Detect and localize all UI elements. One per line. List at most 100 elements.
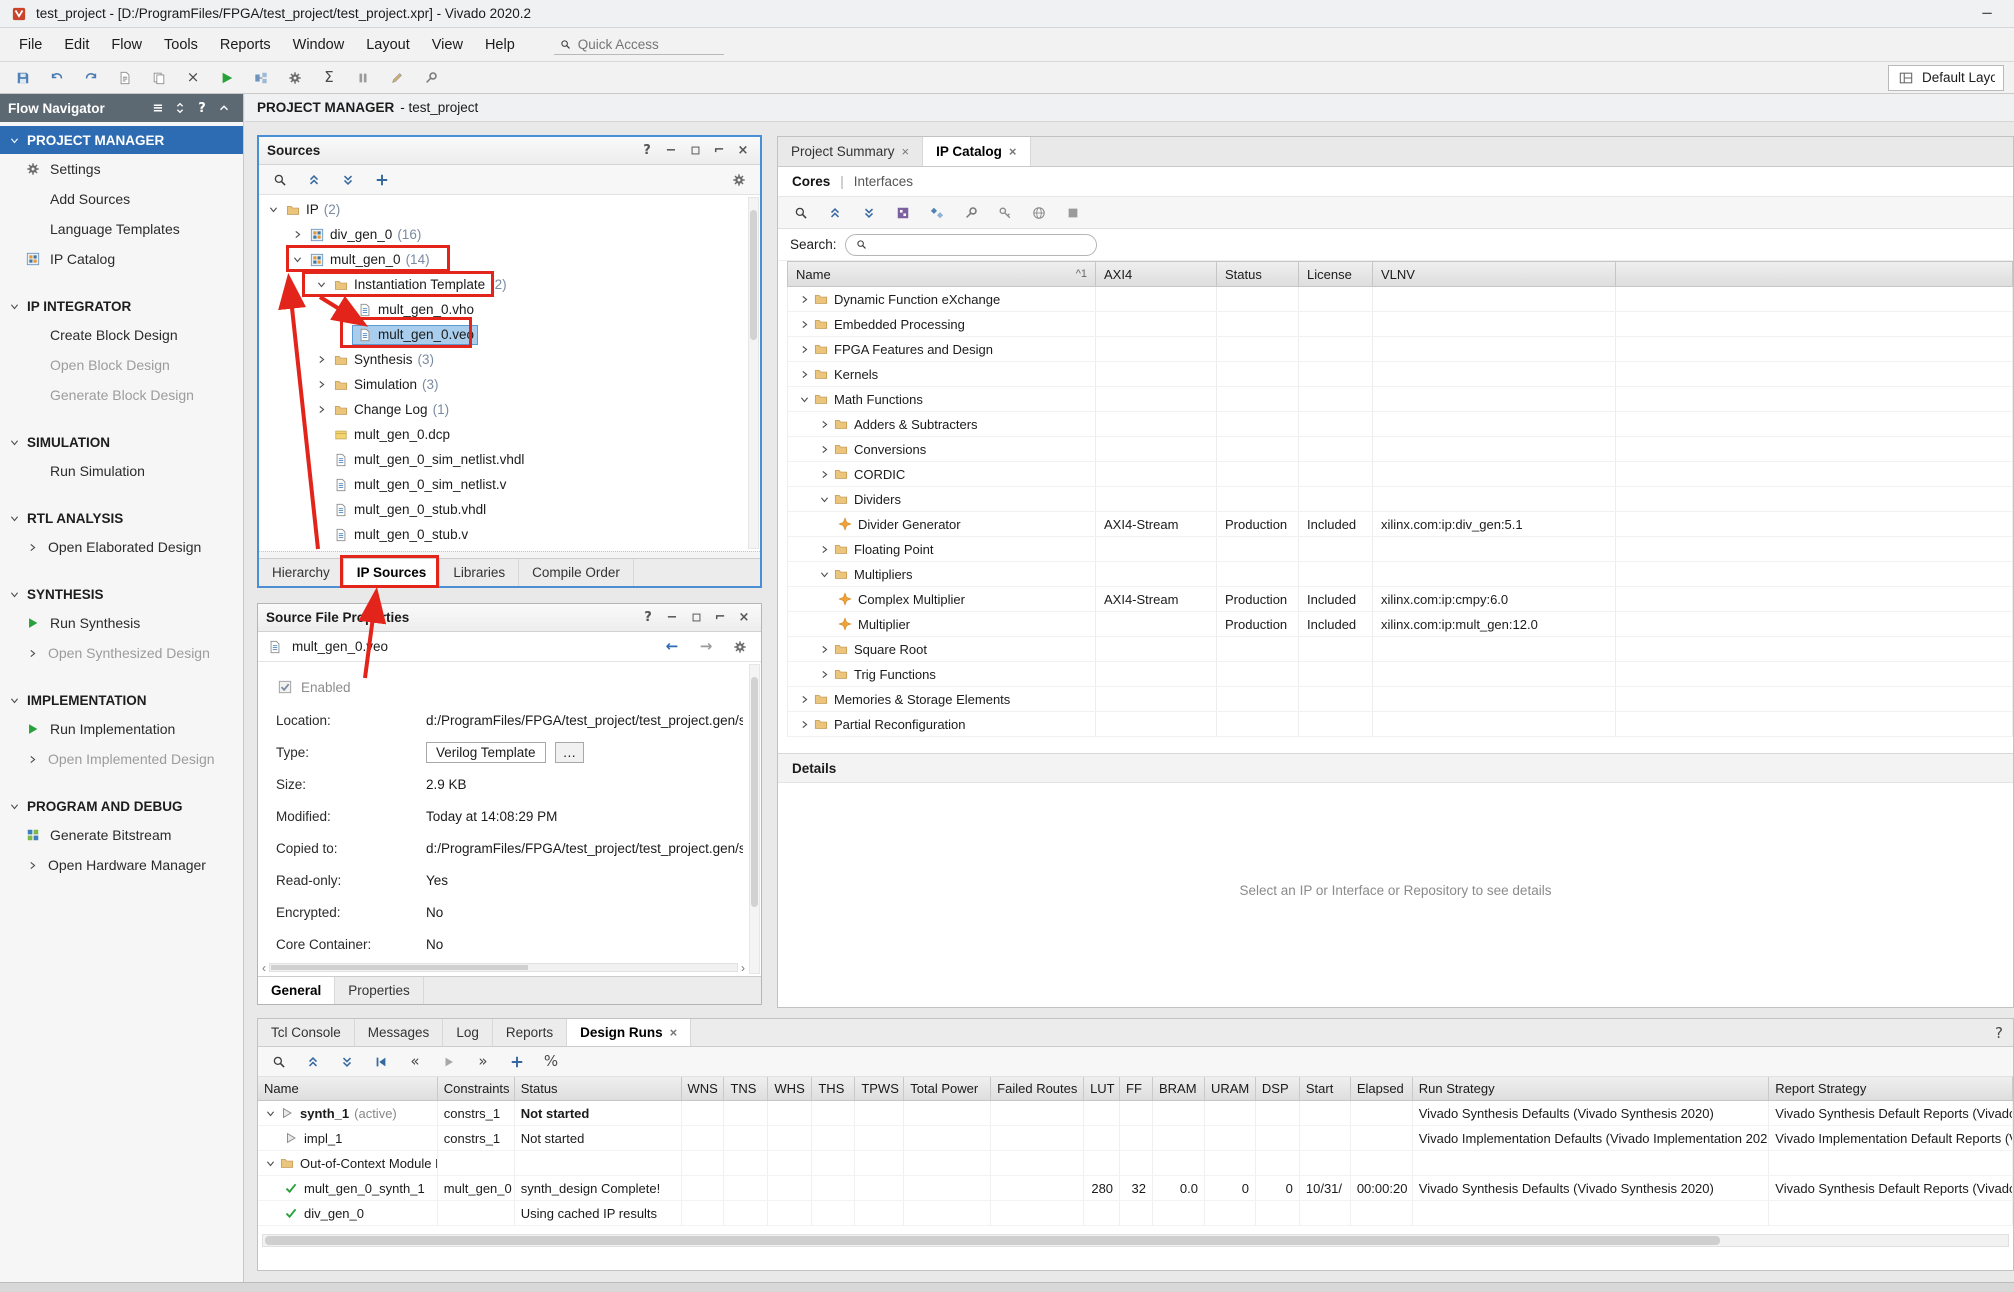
column-license[interactable]: License xyxy=(1299,262,1373,286)
bottom-tab-design-runs[interactable]: Design Runs× xyxy=(567,1019,691,1046)
flow-item-open-elaborated-design[interactable]: Open Elaborated Design xyxy=(0,532,243,562)
subtab-cores[interactable]: Cores xyxy=(792,174,830,189)
source-item-synthesis[interactable]: Synthesis(3) xyxy=(259,347,760,372)
catalog-row-partial-reconfiguration[interactable]: Partial Reconfiguration xyxy=(787,712,2013,737)
sources-vertical-scrollbar[interactable] xyxy=(748,197,759,549)
undo-button[interactable] xyxy=(44,66,70,90)
catalog-row-floating-point[interactable]: Floating Point xyxy=(787,537,2013,562)
float-button[interactable]: ⌐ xyxy=(711,610,729,626)
stop-button[interactable] xyxy=(1060,201,1086,225)
column-status[interactable]: Status xyxy=(515,1077,682,1100)
source-item-mult-gen-0-sim-netlist-vhdl[interactable]: mult_gen_0_sim_netlist.vhdl xyxy=(259,447,760,472)
column-failed-routes[interactable]: Failed Routes xyxy=(991,1077,1084,1100)
column-wns[interactable]: WNS xyxy=(682,1077,725,1100)
catalog-row-cordic[interactable]: CORDIC xyxy=(787,462,2013,487)
column-report-strategy[interactable]: Report Strategy xyxy=(1769,1077,2013,1100)
ip-packager-button[interactable] xyxy=(890,201,916,225)
save-button[interactable] xyxy=(10,66,36,90)
menu-reports[interactable]: Reports xyxy=(209,32,282,58)
column-name[interactable]: Name^1 xyxy=(788,262,1096,286)
menu-edit[interactable]: Edit xyxy=(53,32,100,58)
catalog-row-multiplier[interactable]: MultiplierProductionIncludedxilinx.com:i… xyxy=(787,612,2013,637)
sources-tab-libraries[interactable]: Libraries xyxy=(440,559,519,586)
quick-access-input[interactable] xyxy=(578,37,698,52)
column-ff[interactable]: FF xyxy=(1120,1077,1153,1100)
run-row-out-of-context-module-runs[interactable]: Out-of-Context Module Runs xyxy=(258,1151,2013,1176)
close-tab-icon[interactable]: × xyxy=(1009,144,1017,159)
gear-button[interactable] xyxy=(282,66,308,90)
probe-button[interactable] xyxy=(958,201,984,225)
run-row-impl-1[interactable]: impl_1constrs_1Not startedVivado Impleme… xyxy=(258,1126,2013,1151)
sources-tab-ip-sources[interactable]: IP Sources xyxy=(344,559,441,586)
scroll-left-icon[interactable]: ‹ xyxy=(262,961,266,975)
ip-update-button[interactable] xyxy=(924,201,950,225)
run-button[interactable] xyxy=(214,66,240,90)
column-dsp[interactable]: DSP xyxy=(1256,1077,1300,1100)
flow-item-run-synthesis[interactable]: Run Synthesis xyxy=(0,608,243,638)
minimize-button[interactable]: − xyxy=(663,610,681,626)
menu-file[interactable]: File xyxy=(8,32,53,58)
collapse-all-button[interactable] xyxy=(300,1050,326,1074)
column-lut[interactable]: LUT xyxy=(1084,1077,1120,1100)
web-button[interactable] xyxy=(1026,201,1052,225)
forward-button[interactable]: → xyxy=(693,635,719,659)
column-whs[interactable]: WHS xyxy=(768,1077,812,1100)
back-button[interactable]: ← xyxy=(659,635,685,659)
sources-tab-compile-order[interactable]: Compile Order xyxy=(519,559,634,586)
properties-panel-header[interactable]: Source File Properties ?−⌐× xyxy=(258,604,761,632)
catalog-row-dynamic-function-exchange[interactable]: Dynamic Function eXchange xyxy=(787,287,2013,312)
minimize-window-button[interactable]: − xyxy=(1970,5,2004,23)
menu-help[interactable]: Help xyxy=(474,32,526,58)
expand-all-button[interactable] xyxy=(335,168,361,192)
help-button[interactable]: ? xyxy=(639,610,657,626)
flow-item-generate-bitstream[interactable]: Generate Bitstream xyxy=(0,820,243,850)
report-button[interactable] xyxy=(112,66,138,90)
menu-view[interactable]: View xyxy=(421,32,474,58)
type-combo[interactable]: Verilog Template xyxy=(426,742,546,763)
flow-section-project-manager[interactable]: PROJECT MANAGER xyxy=(0,126,243,154)
collapse-all-button[interactable] xyxy=(301,168,327,192)
column-total-power[interactable]: Total Power xyxy=(904,1077,991,1100)
catalog-row-dividers[interactable]: Dividers xyxy=(787,487,2013,512)
catalog-row-memories-storage-elements[interactable]: Memories & Storage Elements xyxy=(787,687,2013,712)
maximize-button[interactable] xyxy=(686,143,704,159)
column-run-strategy[interactable]: Run Strategy xyxy=(1413,1077,1770,1100)
flow-item-open-block-design[interactable]: Open Block Design xyxy=(0,350,243,380)
minimize-button[interactable]: − xyxy=(662,143,680,159)
catalog-row-adders-subtracters[interactable]: Adders & Subtracters xyxy=(787,412,2013,437)
help-icon[interactable]: ? xyxy=(1995,1025,2003,1041)
column-name[interactable]: Name xyxy=(258,1077,438,1100)
workspace-tab-ip-catalog[interactable]: IP Catalog× xyxy=(923,137,1030,166)
menu-button[interactable]: ≡ xyxy=(147,97,169,119)
sources-tab-hierarchy[interactable]: Hierarchy xyxy=(259,559,344,586)
column-uram[interactable]: URAM xyxy=(1205,1077,1256,1100)
details-header[interactable]: Details xyxy=(778,753,2013,783)
maximize-button[interactable] xyxy=(687,610,705,626)
collapse-button[interactable] xyxy=(213,97,235,119)
source-item-mult-gen-0-veo[interactable]: mult_gen_0.veo xyxy=(259,322,760,347)
flow-item-language-templates[interactable]: Language Templates xyxy=(0,214,243,244)
search-button[interactable] xyxy=(266,1050,292,1074)
run-row-synth-1[interactable]: synth_1(active)constrs_1Not startedVivad… xyxy=(258,1101,2013,1126)
properties-tab-general[interactable]: General xyxy=(258,977,335,1004)
flow-section-rtl-analysis[interactable]: RTL ANALYSIS xyxy=(0,504,243,532)
sources-panel-header[interactable]: Sources ?−⌐× xyxy=(259,137,760,165)
run-row-div-gen-0[interactable]: div_gen_0Using cached IP results xyxy=(258,1201,2013,1226)
flow-item-create-block-design[interactable]: Create Block Design xyxy=(0,320,243,350)
float-button[interactable]: ⌐ xyxy=(710,143,728,159)
gear-button[interactable] xyxy=(726,168,752,192)
pause-button[interactable] xyxy=(350,66,376,90)
step-first-button[interactable] xyxy=(368,1050,394,1074)
enabled-checkbox[interactable]: Enabled xyxy=(276,670,743,704)
flow-section-synthesis[interactable]: SYNTHESIS xyxy=(0,580,243,608)
fast-forward-button[interactable]: » xyxy=(470,1050,496,1074)
flow-section-ip-integrator[interactable]: IP INTEGRATOR xyxy=(0,292,243,320)
edit-button[interactable] xyxy=(384,66,410,90)
catalog-row-math-functions[interactable]: Math Functions xyxy=(787,387,2013,412)
expand-all-button[interactable] xyxy=(856,201,882,225)
source-item-mult-gen-0-stub-vhdl[interactable]: mult_gen_0_stub.vhdl xyxy=(259,497,760,522)
source-item-mult-gen-0-stub-v[interactable]: mult_gen_0_stub.v xyxy=(259,522,760,547)
blocks-button[interactable] xyxy=(248,66,274,90)
column-ths[interactable]: THS xyxy=(812,1077,855,1100)
collapse-all-button[interactable] xyxy=(822,201,848,225)
